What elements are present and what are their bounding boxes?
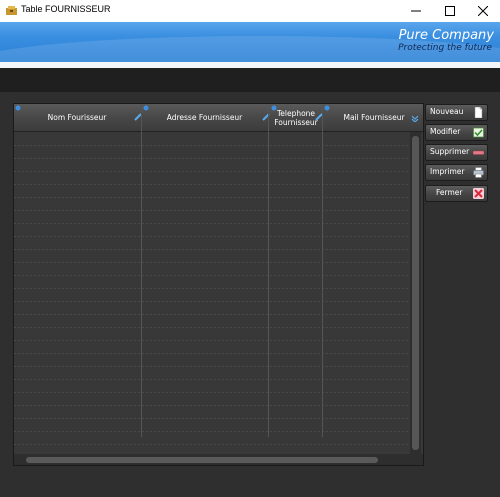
column-divider: [141, 104, 142, 437]
title-bar: Table FOURNISSEUR: [0, 0, 500, 22]
app-icon: [6, 6, 17, 15]
sort-icon[interactable]: [143, 105, 149, 111]
vertical-scroll-thumb[interactable]: [412, 136, 419, 450]
maximize-button[interactable]: [433, 0, 467, 22]
button-label: Supprimer: [430, 147, 470, 156]
new-document-icon: [474, 107, 483, 118]
modify-icon: [473, 127, 484, 138]
close-icon: [478, 6, 488, 16]
table-body[interactable]: [14, 132, 410, 455]
minimize-icon: [411, 10, 421, 12]
horizontal-scrollbar[interactable]: [14, 454, 423, 465]
column-label: Mail Fournisseur: [343, 113, 405, 122]
column-divider: [268, 104, 269, 437]
close-button[interactable]: [466, 0, 500, 22]
company-tagline: Protecting the future: [398, 43, 492, 53]
nouveau-button[interactable]: Nouveau: [425, 104, 488, 121]
column-label: Adresse Fournisseur: [166, 113, 243, 122]
supprimer-button[interactable]: Supprimer: [425, 144, 488, 161]
column-label: Nom Fourisseur: [47, 113, 107, 122]
company-name: Pure Company: [398, 28, 494, 43]
button-label: Fermer: [436, 188, 463, 197]
delete-icon: [473, 150, 484, 155]
column-header-adresse[interactable]: Adresse Fournisseur: [141, 104, 268, 131]
button-label: Imprimer: [430, 167, 465, 176]
minimize-button[interactable]: [399, 0, 433, 22]
vertical-scrollbar[interactable]: [410, 132, 421, 455]
close-red-icon: [473, 188, 484, 199]
toolbar-area: [0, 68, 500, 92]
header-banner: Pure Company Protecting the future: [0, 22, 500, 62]
button-label: Nouveau: [430, 107, 464, 116]
table-row-lines: [14, 145, 410, 445]
sort-icon[interactable]: [15, 105, 21, 111]
maximize-icon: [445, 6, 455, 16]
fermer-button[interactable]: Fermer: [425, 185, 488, 202]
horizontal-scroll-thumb[interactable]: [26, 457, 378, 463]
column-header-mail[interactable]: Mail Fournisseur: [324, 104, 424, 131]
imprimer-button[interactable]: Imprimer: [425, 164, 488, 181]
column-header-nom[interactable]: Nom Fourisseur: [14, 104, 140, 131]
window-title: Table FOURNISSEUR: [21, 4, 111, 14]
print-icon: [473, 167, 484, 178]
column-divider: [322, 104, 323, 437]
modifier-button[interactable]: Modifier: [425, 124, 488, 141]
table-header: Nom Fourisseur Adresse Fournisseur Telep…: [14, 104, 423, 132]
button-label: Modifier: [430, 127, 461, 136]
supplier-table: Nom Fourisseur Adresse Fournisseur Telep…: [13, 103, 424, 466]
sort-icon[interactable]: [324, 105, 330, 111]
edit-icon[interactable]: [411, 114, 419, 122]
sort-icon[interactable]: [271, 105, 277, 111]
